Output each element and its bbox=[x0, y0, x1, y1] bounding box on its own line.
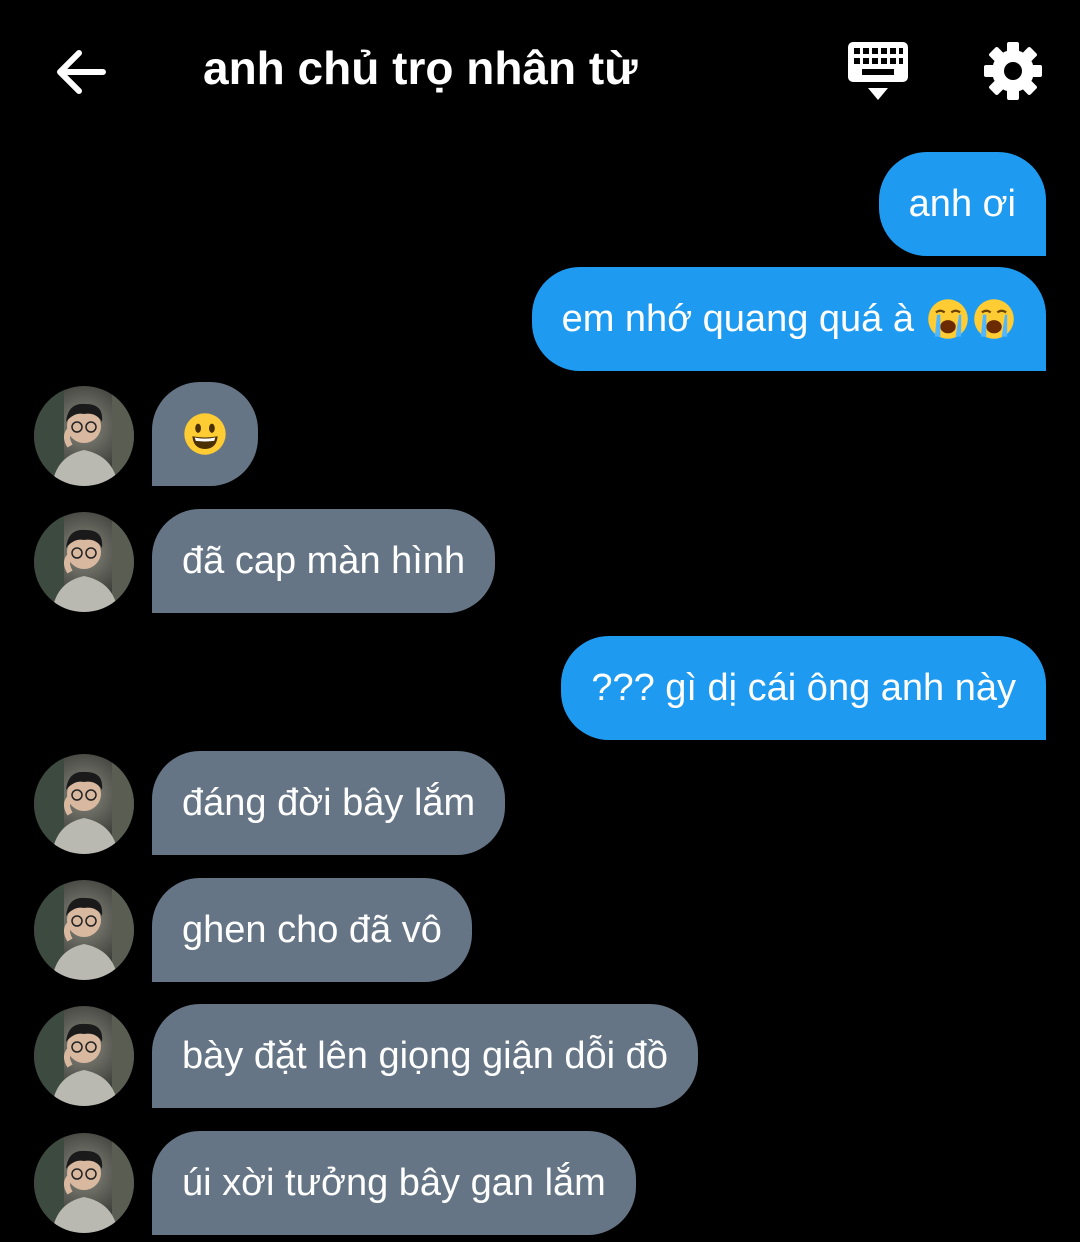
avatar[interactable] bbox=[34, 880, 134, 980]
crying-emoji-icon bbox=[972, 297, 1016, 341]
keyboard-button[interactable] bbox=[842, 38, 914, 104]
message-text: bày đặt lên giọng giận dỗi đồ bbox=[182, 1035, 668, 1077]
chat-title: anh chủ trọ nhân từ bbox=[203, 42, 638, 94]
received-message[interactable]: đáng đời bây lắm bbox=[152, 751, 506, 855]
received-message[interactable] bbox=[152, 382, 258, 486]
gear-icon bbox=[984, 42, 1042, 100]
chat-header: anh chủ trọ nhân từ bbox=[0, 0, 1080, 140]
avatar[interactable] bbox=[34, 1006, 134, 1106]
avatar[interactable] bbox=[34, 386, 134, 486]
avatar[interactable] bbox=[34, 1133, 134, 1233]
sent-message[interactable]: ??? gì dị cái ông anh này bbox=[561, 636, 1046, 740]
message-text: em nhớ quang quá à bbox=[561, 298, 914, 340]
avatar[interactable] bbox=[34, 754, 134, 854]
back-button[interactable] bbox=[50, 42, 110, 102]
message-text: ghen cho đã vô bbox=[182, 909, 442, 951]
received-message[interactable]: úi xời tưởng bây gan lắm bbox=[152, 1131, 636, 1235]
keyboard-icon bbox=[848, 42, 908, 100]
avatar[interactable] bbox=[34, 512, 134, 612]
message-text: anh ơi bbox=[908, 183, 1016, 225]
received-message[interactable]: bày đặt lên giọng giận dỗi đồ bbox=[152, 1004, 698, 1108]
crying-emoji-icon bbox=[926, 297, 970, 341]
received-message[interactable]: ghen cho đã vô bbox=[152, 878, 472, 982]
message-text: úi xời tưởng bây gan lắm bbox=[182, 1162, 606, 1204]
settings-button[interactable] bbox=[980, 38, 1046, 104]
sent-message[interactable]: anh ơi bbox=[878, 152, 1046, 256]
received-message[interactable]: đã cap màn hình bbox=[152, 509, 496, 613]
message-text: đáng đời bây lắm bbox=[182, 782, 476, 824]
sent-message[interactable]: em nhớ quang quá à bbox=[531, 267, 1046, 371]
message-text: ??? gì dị cái ông anh này bbox=[591, 667, 1016, 709]
chat-screen: anh chủ trọ nhân từ anh ơi em nhớ quang … bbox=[0, 0, 1080, 1242]
grinning-emoji-icon bbox=[182, 411, 228, 457]
arrow-left-icon bbox=[57, 50, 106, 94]
message-text: đã cap màn hình bbox=[182, 540, 466, 582]
